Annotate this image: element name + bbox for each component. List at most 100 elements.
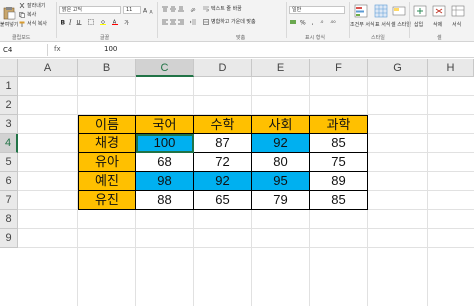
table-header-science[interactable]: 과학: [310, 115, 368, 134]
table-cell-score[interactable]: 68: [136, 153, 194, 172]
column-header-e[interactable]: E: [252, 59, 310, 77]
cut-icon[interactable]: [19, 3, 25, 9]
table-header-math[interactable]: 수학: [194, 115, 252, 134]
paste-button-label[interactable]: 붙여넣기: [0, 22, 18, 28]
column-header-a[interactable]: A: [18, 59, 78, 77]
delete-cells-icon[interactable]: [432, 4, 446, 18]
table-cell-score[interactable]: 100: [136, 134, 194, 153]
insert-cells-icon[interactable]: [413, 4, 427, 18]
decrease-decimal-icon[interactable]: .00: [330, 19, 336, 25]
insert-cells-button[interactable]: 삽입: [414, 22, 423, 28]
format-as-table-icon[interactable]: [374, 4, 388, 18]
cell-styles-button[interactable]: 셀 스타일: [391, 22, 411, 28]
ribbon-separator: [286, 2, 287, 38]
comma-style-icon[interactable]: ,: [310, 19, 316, 26]
font-color-icon[interactable]: A: [112, 19, 118, 25]
table-cell-score[interactable]: 75: [310, 153, 368, 172]
merge-center-button[interactable]: 병합하고 가운데 맞춤: [211, 19, 256, 25]
group-label-alignment: 맞춤: [236, 35, 246, 41]
table-cell-score[interactable]: 92: [252, 134, 310, 153]
increase-decimal-icon[interactable]: .0: [320, 19, 326, 25]
column-header-d[interactable]: D: [194, 59, 252, 77]
cell-styles-icon[interactable]: [392, 4, 406, 18]
select-all-corner[interactable]: [0, 59, 18, 77]
align-center-icon[interactable]: [170, 19, 176, 25]
fx-icon[interactable]: fx: [54, 45, 61, 53]
copy-icon[interactable]: [19, 12, 25, 18]
align-top-icon[interactable]: [162, 6, 168, 12]
group-label-styles: 스타일: [371, 35, 385, 41]
table-header-social[interactable]: 사회: [252, 115, 310, 134]
copy-button[interactable]: 복사: [27, 12, 36, 18]
bold-icon[interactable]: B: [60, 19, 66, 26]
column-header-g[interactable]: G: [368, 59, 428, 77]
row-header-3[interactable]: 3: [0, 115, 18, 134]
table-cell-score[interactable]: 80: [252, 153, 310, 172]
format-painter-icon[interactable]: [19, 21, 25, 27]
table-cell-score[interactable]: 65: [194, 191, 252, 210]
wrap-text-icon[interactable]: [203, 6, 209, 12]
table-cell-name[interactable]: 유아: [78, 153, 136, 172]
table-cell-name[interactable]: 유진: [78, 191, 136, 210]
table-cell-name[interactable]: 채경: [78, 134, 136, 153]
align-bottom-icon[interactable]: [178, 6, 184, 12]
orientation-icon[interactable]: ab: [190, 6, 196, 12]
wrap-text-button[interactable]: 텍스트 줄 바꿈: [211, 6, 242, 12]
conditional-formatting-icon[interactable]: [354, 4, 368, 18]
font-size-select[interactable]: 11: [123, 6, 141, 14]
percent-style-icon[interactable]: %: [300, 19, 306, 26]
number-format-value: 일반: [292, 7, 302, 13]
align-middle-icon[interactable]: [170, 6, 176, 12]
shrink-font-icon[interactable]: A: [149, 8, 155, 15]
svg-text:%: %: [300, 20, 306, 26]
phonetic-icon[interactable]: 가: [124, 19, 130, 26]
number-format-select[interactable]: 일반: [289, 6, 345, 14]
table-cell-score[interactable]: 85: [310, 134, 368, 153]
indent-icon[interactable]: [190, 19, 196, 25]
format-as-table-button[interactable]: 표 서식: [375, 22, 390, 28]
merge-center-icon[interactable]: [203, 19, 209, 25]
conditional-formatting-button[interactable]: 조건부 서식: [350, 22, 375, 28]
row-header-5[interactable]: 5: [0, 153, 18, 172]
font-name-select[interactable]: 맑은 고딕: [59, 6, 121, 14]
row-header-4[interactable]: 4: [0, 134, 18, 153]
table-cell-score[interactable]: 98: [136, 172, 194, 191]
format-painter-button[interactable]: 서식 복사: [27, 21, 47, 27]
column-header-b[interactable]: B: [78, 59, 136, 77]
table-cell-name[interactable]: 예진: [78, 172, 136, 191]
formula-input[interactable]: 100: [104, 45, 117, 53]
table-cell-score[interactable]: 72: [194, 153, 252, 172]
table-cell-score[interactable]: 89: [310, 172, 368, 191]
table-cell-score[interactable]: 95: [252, 172, 310, 191]
row-header-6[interactable]: 6: [0, 172, 18, 191]
table-header-name[interactable]: 이름: [78, 115, 136, 134]
table-cell-score[interactable]: 88: [136, 191, 194, 210]
row-header-9[interactable]: 9: [0, 229, 18, 248]
table-header-korean[interactable]: 국어: [136, 115, 194, 134]
column-header-c[interactable]: C: [136, 59, 194, 77]
align-right-icon[interactable]: [178, 19, 184, 25]
borders-icon[interactable]: [88, 19, 94, 25]
table-cell-score[interactable]: 87: [194, 134, 252, 153]
underline-icon[interactable]: U: [76, 19, 82, 25]
cut-button[interactable]: 잘라내기: [27, 3, 45, 9]
column-header-f[interactable]: F: [310, 59, 368, 77]
name-box[interactable]: C4: [0, 44, 48, 56]
row-header-1[interactable]: 1: [0, 77, 18, 96]
format-cells-button[interactable]: 서식: [452, 22, 461, 28]
align-left-icon[interactable]: [162, 19, 168, 25]
accounting-format-icon[interactable]: [290, 19, 296, 25]
row-header-8[interactable]: 8: [0, 210, 18, 229]
table-cell-score[interactable]: 79: [252, 191, 310, 210]
italic-icon[interactable]: I: [68, 19, 74, 26]
row-header-2[interactable]: 2: [0, 96, 18, 115]
paste-icon[interactable]: [2, 6, 16, 20]
delete-cells-button[interactable]: 삭제: [433, 22, 442, 28]
column-header-h[interactable]: H: [428, 59, 474, 77]
fill-color-icon[interactable]: [100, 19, 106, 25]
format-cells-icon[interactable]: [451, 4, 465, 18]
table-cell-score[interactable]: 85: [310, 191, 368, 210]
row-header-7[interactable]: 7: [0, 191, 18, 210]
font-size-value: 11: [126, 7, 133, 13]
table-cell-score[interactable]: 92: [194, 172, 252, 191]
